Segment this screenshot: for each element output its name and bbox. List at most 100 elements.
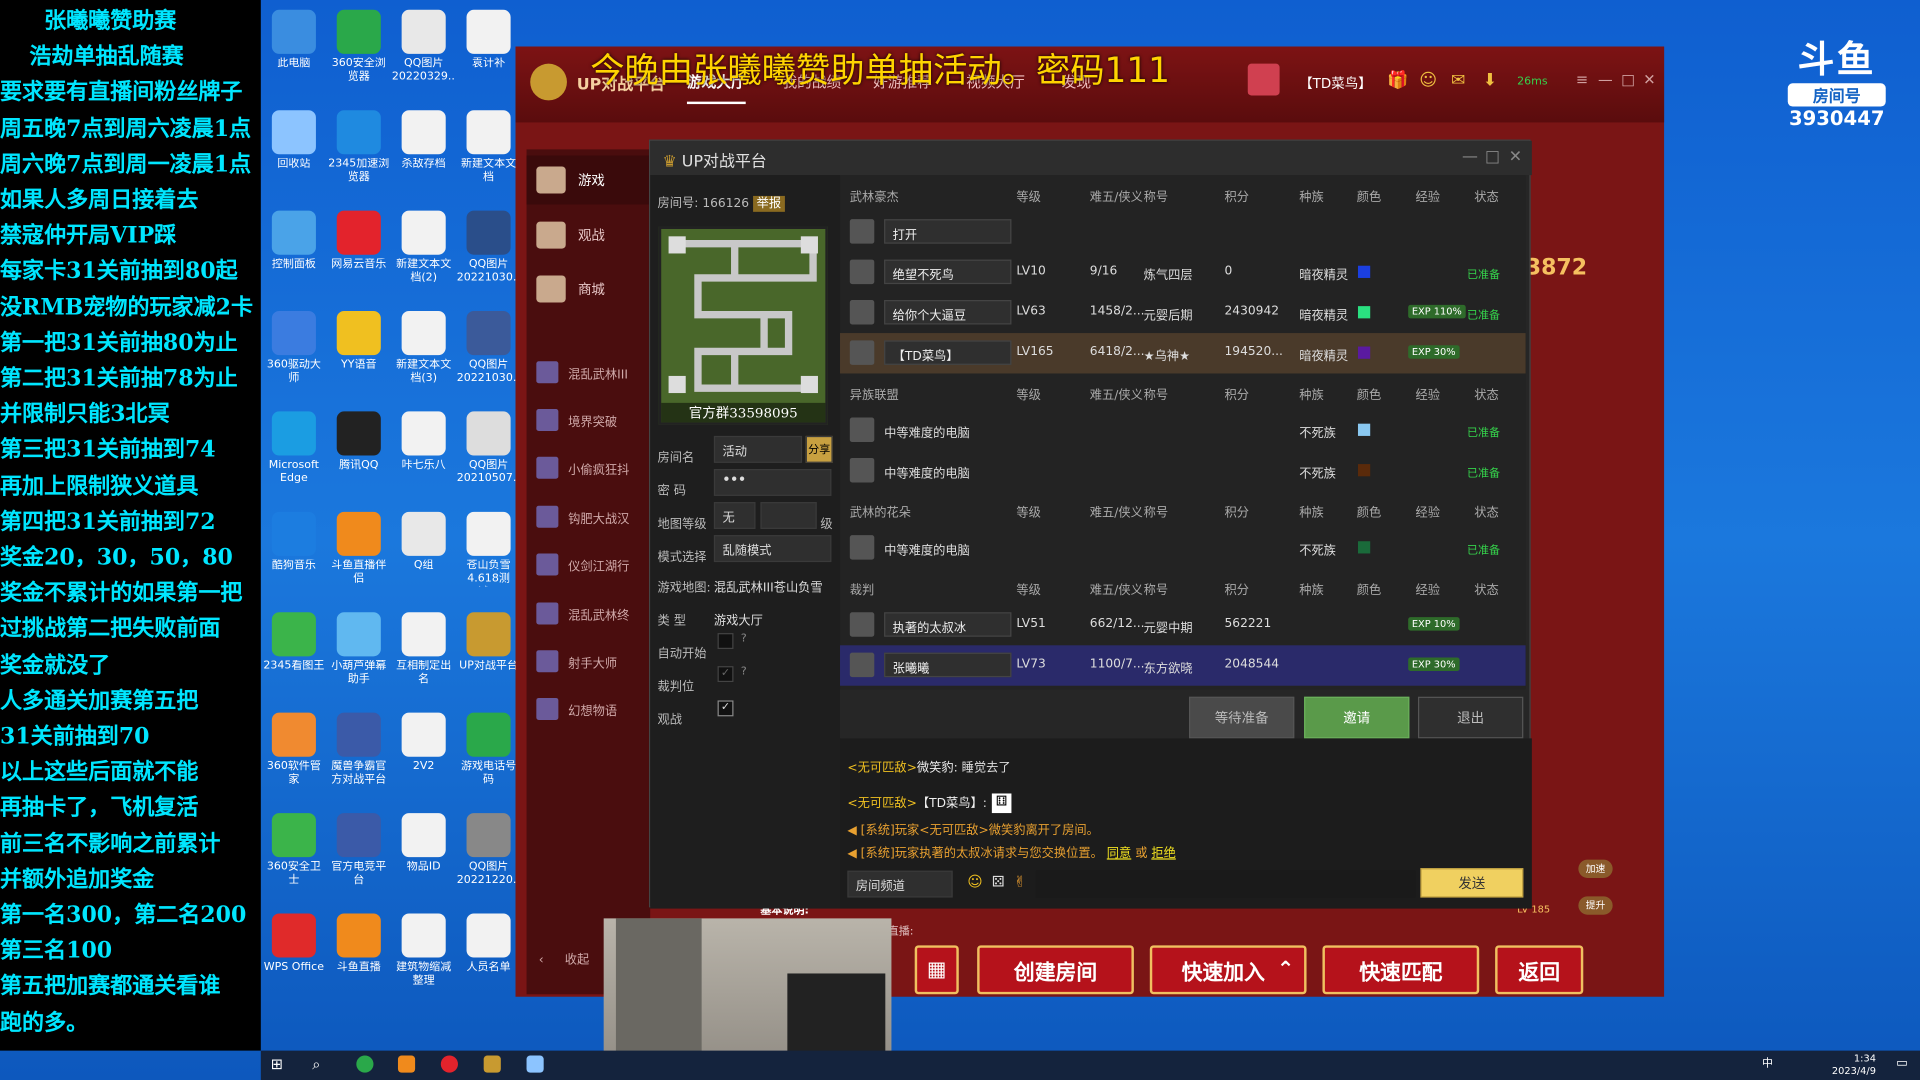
player-row[interactable]: 中等难度的电脑 不死族 已准备	[840, 451, 1526, 491]
player-row[interactable]: 执著的太叔冰 LV51 662/12... 元婴中期 562221 EXP 10%	[840, 605, 1526, 645]
live-icon[interactable]	[397, 1055, 416, 1073]
player-row[interactable]: 张曦曦 LV73 1100/7... 东方欲晓 2048544 EXP 30%	[840, 645, 1526, 686]
desktop-icon[interactable]: QQ图片20220329...	[392, 9, 456, 85]
desktop-icon[interactable]: WPS Office	[262, 913, 326, 988]
desktop-icon[interactable]: 斗鱼直播	[327, 913, 391, 988]
desktop-icon[interactable]: Microsoft Edge	[262, 411, 326, 486]
ime-indicator[interactable]: 中	[1762, 1058, 1773, 1070]
gift-icon[interactable]: 🎁	[1387, 71, 1408, 91]
desktop-icon[interactable]: 酷狗音乐	[262, 511, 326, 587]
reject-swap-link[interactable]: 拒绝	[1151, 847, 1175, 860]
map-item[interactable]: 混乱武林终	[527, 589, 651, 638]
desktop-icon[interactable]: 斗鱼直播伴侣	[327, 511, 391, 587]
chevron-up-icon[interactable]: ⌃	[1277, 958, 1294, 982]
close-icon[interactable]: ✕	[1643, 71, 1655, 88]
player-color-swatch[interactable]	[1357, 306, 1371, 319]
auto-start-checkbox[interactable]	[717, 633, 734, 649]
wait-ready-button[interactable]: 等待准备	[1188, 696, 1295, 739]
chat-input[interactable]	[1035, 870, 1416, 898]
help-icon[interactable]: ?	[741, 666, 747, 678]
download-icon[interactable]: ⬇	[1483, 71, 1497, 91]
player-row[interactable]: 中等难度的电脑 不死族 已准备	[840, 528, 1526, 568]
maximize-icon[interactable]: □	[1621, 71, 1635, 88]
desktop-icon[interactable]: 360安全浏览器	[327, 9, 391, 85]
map-item[interactable]: 小偷疯狂抖	[527, 443, 651, 492]
share-button[interactable]: 分享	[805, 435, 833, 463]
player-name[interactable]: 打开	[884, 219, 1012, 244]
send-button[interactable]: 发送	[1420, 868, 1524, 898]
player-row[interactable]: 给你个大逼豆 LV63 1458/2... 元婴后期 2430942 暗夜精灵 EXP 11…	[840, 293, 1526, 333]
password-input[interactable]: •••	[713, 468, 832, 496]
help-icon[interactable]: ?	[741, 633, 747, 645]
map-item[interactable]: 混乱武林III	[527, 348, 651, 397]
map-item[interactable]: 钩肥大战汉	[527, 492, 651, 541]
mode-select[interactable]: 乱随模式	[713, 535, 832, 563]
map-item[interactable]: 幻想物语	[527, 684, 651, 733]
desktop-icon[interactable]: 小葫芦弹幕助手	[327, 612, 391, 687]
player-color-swatch[interactable]	[1357, 464, 1371, 477]
map-item[interactable]: 境界突破	[527, 396, 651, 445]
accept-swap-link[interactable]: 同意	[1107, 847, 1131, 860]
desktop-icon[interactable]: 网易云音乐	[327, 210, 391, 286]
store-button[interactable]: ▦	[914, 945, 959, 995]
desktop-icon[interactable]: 新建文本文档	[457, 110, 521, 185]
create-room-button[interactable]: 创建房间	[977, 945, 1134, 995]
player-row[interactable]: 中等难度的电脑 不死族 已准备	[840, 410, 1526, 450]
desktop-icon[interactable]: 杀敌存档	[392, 110, 456, 185]
player-color-swatch[interactable]	[1357, 346, 1371, 359]
desktop-icon[interactable]: 官方电竞平台	[327, 813, 391, 888]
mail-icon[interactable]: ✉	[1451, 71, 1465, 91]
invite-button[interactable]: 邀请	[1304, 696, 1410, 739]
map-item[interactable]: 仪剑江湖行	[527, 540, 651, 589]
player-name[interactable]: 绝望不死鸟	[884, 259, 1012, 285]
game-platform-icon[interactable]	[483, 1055, 501, 1073]
sidebar-item-watch[interactable]: 观战	[527, 211, 651, 260]
clock-time[interactable]: 1:34	[1832, 1053, 1876, 1065]
desktop-icon[interactable]: UP对战平台	[457, 612, 521, 687]
desktop-icon[interactable]: 回收站	[262, 110, 326, 185]
map-level-select[interactable]: 无	[713, 502, 756, 529]
quick-join-button[interactable]: 快速加入 ⌃	[1149, 945, 1307, 995]
desktop-icon[interactable]: 建筑物缩减整理	[392, 913, 456, 988]
minimize-icon[interactable]: —	[1598, 71, 1613, 88]
desktop-icon[interactable]: 游戏电话号码	[457, 712, 521, 788]
collapse-button[interactable]: ‹ 收起	[539, 949, 589, 967]
desktop-icon[interactable]: 2345看图王	[262, 612, 326, 687]
boost-tag[interactable]: 提升	[1578, 896, 1613, 915]
map-level-input[interactable]	[760, 502, 817, 529]
gesture-icon[interactable]: ✌	[1014, 873, 1026, 890]
desktop-icon[interactable]: 360驱动大师	[262, 311, 326, 386]
desktop-icon[interactable]: 2V2	[392, 712, 456, 788]
desktop-icon[interactable]: 袁计补	[457, 9, 521, 85]
notepad-icon[interactable]	[526, 1055, 544, 1073]
player-name[interactable]: 执著的太叔冰	[884, 612, 1012, 637]
notification-icon[interactable]: ▭	[1896, 1057, 1908, 1070]
player-row[interactable]: 绝望不死鸟 LV10 9/16 炼气四层 0 暗夜精灵 已准备	[840, 252, 1526, 292]
desktop-icon[interactable]: 物品ID	[392, 813, 456, 888]
clock-date[interactable]: 2023/4/9	[1832, 1065, 1876, 1077]
map-item[interactable]: 射手大师	[527, 637, 651, 686]
player-row[interactable]: 【TD菜鸟】 LV165 6418/2... ★乌神★ 194520... 暗夜精灵 EXP…	[840, 333, 1526, 374]
avatar[interactable]	[1247, 63, 1280, 96]
desktop-icon[interactable]: QQ图片20221220...	[457, 813, 520, 888]
menu-icon[interactable]: ≡	[1576, 71, 1588, 88]
desktop-icon[interactable]: 此电脑	[262, 9, 326, 85]
sidebar-item-shop[interactable]: 商城	[527, 264, 651, 313]
player-name[interactable]: 给你个大逼豆	[884, 300, 1012, 325]
desktop-icon[interactable]: 腾讯QQ	[327, 411, 391, 486]
desktop-icon[interactable]: 人员名单	[457, 913, 521, 988]
music-icon[interactable]	[440, 1055, 458, 1073]
player-color-swatch[interactable]	[1357, 541, 1371, 554]
desktop-icon[interactable]: QQ图片20210507...	[457, 411, 520, 486]
player-name[interactable]: 张曦曦	[884, 652, 1012, 678]
desktop-icon[interactable]: QQ图片20221030...	[457, 311, 520, 386]
desktop-icon[interactable]: YY语音	[327, 311, 391, 386]
player-row[interactable]: 打开	[840, 212, 1526, 252]
friends-icon[interactable]: ☺	[1419, 71, 1437, 91]
desktop-icon[interactable]: 苍山负雪4.618测试...	[457, 511, 521, 587]
desktop-icon[interactable]: 互相制定出名	[392, 612, 456, 687]
exit-button[interactable]: 退出	[1417, 696, 1524, 739]
desktop-icon[interactable]: 2345加速浏览器	[327, 110, 391, 185]
room-name-input[interactable]: 活动	[713, 435, 803, 463]
desktop-icon[interactable]: 360安全卫士	[262, 813, 326, 888]
